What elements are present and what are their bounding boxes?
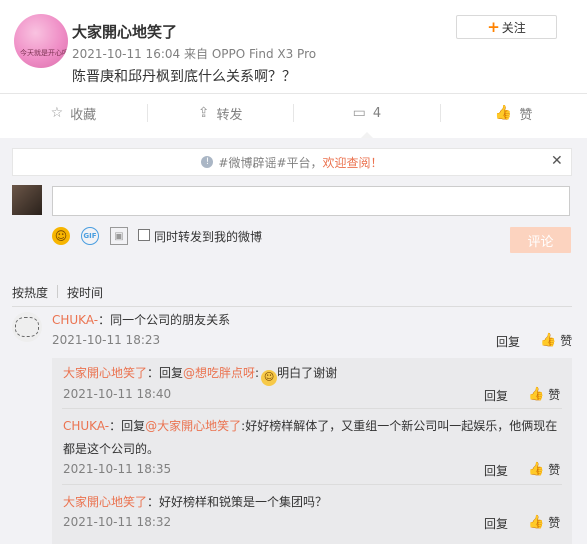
reply-text: 大家開心地笑了：回复@想吃胖点呀: ☺ 明白了谢谢	[63, 364, 337, 386]
source-device: OPPO Find X3 Pro	[211, 47, 317, 61]
repost-icon: ⇪	[197, 105, 210, 121]
divider	[293, 104, 294, 122]
star-icon: ☆	[50, 105, 64, 121]
like-label: 赞	[560, 334, 573, 348]
like-button[interactable]: 👍 赞	[440, 94, 587, 132]
author-name[interactable]: 大家開心地笑了	[72, 21, 177, 42]
comment-button[interactable]: ▭ 4	[294, 94, 441, 139]
like-label: 赞	[519, 107, 533, 123]
reply-body-tail: 明白了谢谢	[277, 366, 338, 380]
comment-count: 4	[372, 105, 382, 121]
like-label: 赞	[548, 463, 561, 477]
reply-button[interactable]: 回复	[484, 462, 508, 479]
like-label: 赞	[548, 388, 561, 402]
image-icon[interactable]: ▣	[110, 227, 128, 245]
repost-label: 转发	[216, 107, 243, 123]
post-timestamp[interactable]: 2021-10-11 16:04	[72, 47, 180, 61]
comment-time: 2021-10-11 18:23	[52, 333, 161, 347]
thumbs-up-icon: 👍	[540, 333, 557, 348]
rumor-notice: ! #微博辟谣#平台， 欢迎查阅！	[12, 148, 572, 176]
reply-like-button[interactable]: 👍 赞	[528, 514, 560, 531]
tab-by-heat[interactable]: 按热度	[12, 284, 48, 301]
reply-author[interactable]: CHUKA-	[63, 419, 109, 433]
plus-icon: +	[487, 18, 500, 36]
notice-hashtag[interactable]: #微博辟谣#平台，	[218, 154, 322, 171]
thumbs-up-icon: 👍	[528, 515, 545, 530]
gif-icon[interactable]: GIF	[81, 227, 99, 245]
notice-link[interactable]: 欢迎查阅！	[323, 154, 383, 171]
reply-text: 大家開心地笑了：好好榜样和锐策是一个集团吗？	[63, 493, 327, 510]
post-meta: 2021-10-11 16:04 来自 OPPO Find X3 Pro	[72, 45, 316, 62]
mention-link[interactable]: @大家開心地笑了	[145, 419, 241, 433]
favorite-button[interactable]: ☆ 收藏	[0, 94, 147, 132]
repost-button[interactable]: ⇪ 转发	[147, 94, 294, 132]
comment-body: ：同一个公司的朋友关系	[98, 313, 231, 327]
comment-input[interactable]	[52, 186, 570, 216]
commenter-avatar[interactable]	[12, 312, 42, 342]
avatar-caption: 今天就是开心呀	[20, 49, 68, 57]
mention-link[interactable]: @想吃胖点呀	[183, 366, 255, 380]
thumbs-up-icon: 👍	[528, 387, 545, 402]
comment-text: CHUKA-：同一个公司的朋友关系	[52, 311, 230, 328]
comment-like-button[interactable]: 👍 赞	[540, 332, 572, 349]
comment-author[interactable]: CHUKA-	[52, 313, 98, 327]
reply-like-button[interactable]: 👍 赞	[528, 461, 560, 478]
favorite-label: 收藏	[70, 107, 97, 123]
close-icon[interactable]: ✕	[551, 153, 563, 169]
reply-time: 2021-10-11 18:35	[63, 462, 172, 476]
reply-button[interactable]: 回复	[496, 333, 520, 350]
current-user-avatar	[12, 185, 42, 215]
reply-prefix: ：回复	[147, 366, 184, 380]
submit-comment-button[interactable]: 评论	[510, 227, 571, 253]
divider	[62, 484, 562, 485]
reply-time: 2021-10-11 18:32	[63, 515, 172, 529]
divider	[12, 306, 572, 307]
reply-author[interactable]: 大家開心地笑了	[63, 366, 147, 380]
follow-button[interactable]: + 关注	[456, 15, 557, 39]
reply-body: ：好好榜样和锐策是一个集团吗？	[147, 495, 328, 509]
divider	[57, 285, 58, 298]
thumbs-up-icon: 👍	[494, 105, 513, 121]
reply-button[interactable]: 回复	[484, 387, 508, 404]
follow-label: 关注	[501, 20, 526, 35]
like-label: 赞	[548, 516, 561, 530]
repost-checkbox-label: 同时转发到我的微博	[154, 230, 263, 244]
post-text: 陈晋庚和邱丹枫到底什么关系啊？？	[72, 69, 296, 85]
author-avatar[interactable]: 今天就是开心呀	[14, 14, 68, 68]
repost-checkbox[interactable]	[138, 229, 150, 241]
info-icon: !	[201, 156, 214, 168]
reply-prefix: ：回复	[109, 419, 146, 433]
reply-author[interactable]: 大家開心地笑了	[63, 495, 147, 509]
reply-text: CHUKA-：回复@大家開心地笑了:好好榜样解体了，又重组一个新公司叫一起娱乐，…	[63, 417, 557, 434]
emoji-icon[interactable]: ☺	[52, 227, 70, 245]
reply-body: :好好榜样解体了，又重组一个新公司叫一起娱乐，他俩现在	[241, 419, 558, 433]
divider	[62, 408, 562, 409]
reply-time: 2021-10-11 18:40	[63, 387, 172, 401]
divider	[147, 104, 148, 122]
face-icon: ☺	[261, 370, 278, 386]
reply-like-button[interactable]: 👍 赞	[528, 386, 560, 403]
source-prefix: 来自	[183, 47, 208, 61]
reply-body: :	[255, 366, 260, 380]
reply-button[interactable]: 回复	[484, 515, 508, 532]
reply-text-line2: 都是这个公司的。	[63, 442, 160, 456]
comment-icon: ▭	[352, 105, 366, 121]
divider	[440, 104, 441, 122]
tab-by-time[interactable]: 按时间	[67, 284, 103, 301]
thumbs-up-icon: 👍	[528, 462, 545, 477]
